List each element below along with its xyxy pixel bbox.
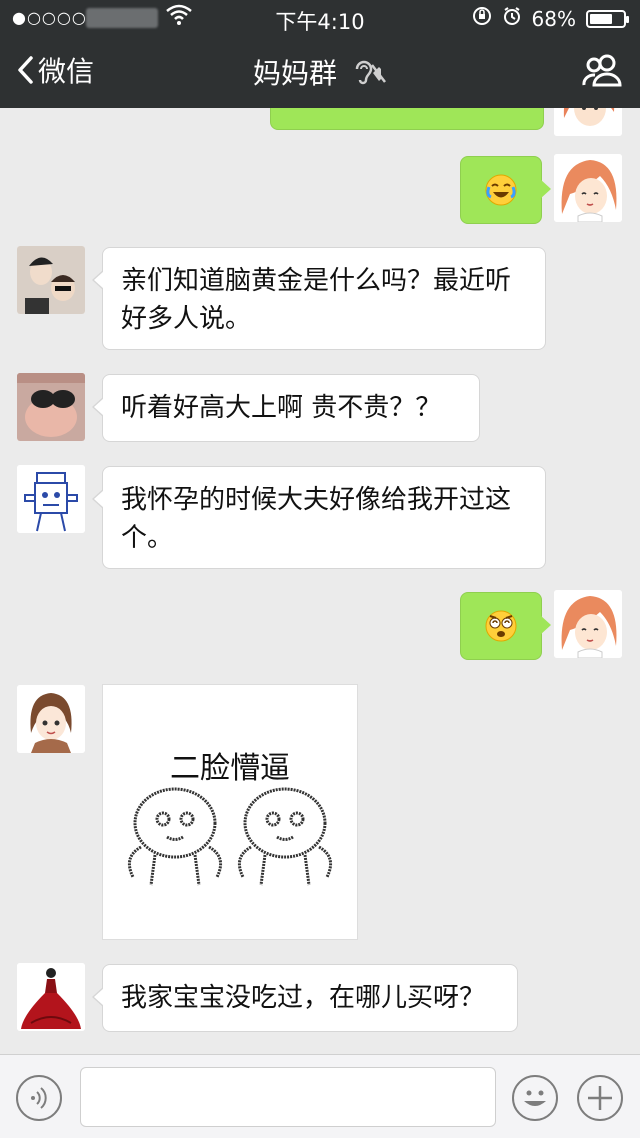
crying-laughing-emoji [485,174,517,206]
message-text: 我怀孕的时候大夫好像给我开过这个。 [121,485,512,553]
ear-mute-icon [351,57,387,87]
message-bubble[interactable]: 我家宝宝没吃过，在哪儿买呀？ [92,964,518,1032]
voice-icon [31,1087,47,1109]
sender-avatar[interactable] [17,963,85,1031]
confused-faces-drawing [127,787,333,886]
plus-icon [588,1086,612,1110]
my-avatar[interactable] [554,108,622,136]
nav-bar: 微信 妈妈群 [0,36,640,108]
my-avatar[interactable] [554,590,622,658]
page-title: 妈妈群 [252,57,337,90]
alarm-icon [502,6,522,31]
group-members-button[interactable] [582,52,622,92]
input-bar [0,1054,640,1138]
chat-title-area: 妈妈群 [0,52,640,92]
sender-avatar[interactable] [17,465,85,533]
message-input[interactable] [80,1067,496,1127]
smiley-icon [524,1090,546,1106]
more-functions-button[interactable] [577,1075,623,1121]
people-icon [582,54,622,87]
battery-percent: 68% [531,6,576,31]
voice-toggle-button[interactable] [16,1075,62,1121]
message-bubble-emoji[interactable] [460,592,551,660]
rotation-lock-icon [472,6,492,31]
message-bubble[interactable]: 我怀孕的时候大夫好像给我开过这个。 [92,466,546,569]
status-right: 68% [472,6,629,31]
dizzy-confused-emoji [485,610,517,642]
my-avatar[interactable] [554,154,622,222]
message-bubble[interactable]: 亲们知道脑黄金是什么吗？最近听好多人说。 [92,247,546,350]
message-text: 听着好高大上啊 贵不贵？？ [121,393,442,423]
status-bar: ●○○○○ 下午4:10 68% [0,0,640,36]
sticker-image[interactable]: 二脸懵逼 [102,684,358,940]
chat-area[interactable]: 亲们知道脑黄金是什么吗？最近听好多人说。 听着好高大上啊 贵不贵？？ 我怀孕的时… [0,108,640,1054]
sender-avatar[interactable] [17,246,85,314]
emoji-button[interactable] [512,1075,558,1121]
message-text: 亲们知道脑黄金是什么吗？最近听好多人说。 [121,266,512,334]
message-bubble-partial[interactable] [270,108,544,130]
battery-icon [586,9,629,28]
message-bubble-emoji[interactable] [460,156,551,224]
message-bubble[interactable]: 听着好高大上啊 贵不贵？？ [92,374,480,442]
sender-avatar[interactable] [17,373,85,441]
battery-fill [590,13,612,24]
message-text: 我家宝宝没吃过，在哪儿买呀？ [121,983,486,1013]
sender-avatar[interactable] [17,685,85,753]
top-bar: ●○○○○ 下午4:10 68% 微信 妈妈群 [0,0,640,108]
